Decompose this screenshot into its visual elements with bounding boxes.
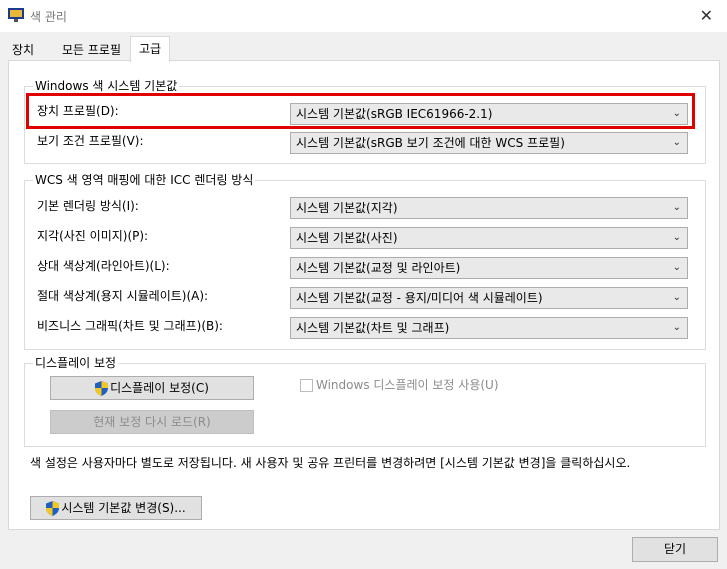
rendering-select-perceptual[interactable]: 시스템 기본값(사진) ⌄: [290, 227, 688, 249]
rendering-value: 시스템 기본값(사진): [296, 231, 398, 245]
rendering-select-relative[interactable]: 시스템 기본값(교정 및 라인아트) ⌄: [290, 257, 688, 279]
tab-strip: 장치 모든 프로필 고급: [0, 36, 727, 62]
footer-note: 색 설정은 사용자마다 별도로 저장됩니다. 새 사용자 및 공유 프린터를 변…: [30, 456, 631, 470]
rendering-label-default: 기본 렌더링 방식(I):: [37, 199, 139, 213]
close-button-label: 닫기: [663, 542, 687, 556]
rendering-select-absolute[interactable]: 시스템 기본값(교정 - 용지/미디어 색 시뮬레이트) ⌄: [290, 287, 688, 309]
tab-all-profiles[interactable]: 모든 프로필: [56, 40, 127, 60]
chevron-down-icon: ⌄: [672, 262, 681, 273]
chevron-down-icon: ⌄: [672, 322, 681, 333]
rendering-value: 시스템 기본값(교정 및 라인아트): [296, 261, 461, 275]
close-button[interactable]: 닫기: [632, 537, 718, 562]
uac-shield-icon: [46, 501, 60, 516]
rendering-value: 시스템 기본값(차트 및 그래프): [296, 321, 450, 335]
chevron-down-icon: ⌄: [672, 292, 681, 303]
group-title: 디스플레이 보정: [33, 355, 119, 371]
viewing-profile-value: 시스템 기본값(sRGB 보기 조건에 대한 WCS 프로필): [296, 136, 565, 150]
highlight-box: [26, 93, 695, 129]
rendering-label-business: 비즈니스 그래픽(차트 및 그래프)(B):: [37, 319, 223, 333]
change-system-defaults-label: 시스템 기본값 변경(S)...: [61, 501, 186, 515]
change-system-defaults-button[interactable]: 시스템 기본값 변경(S)...: [30, 496, 202, 520]
color-management-icon: [8, 8, 24, 22]
group-title: Windows 색 시스템 기본값: [33, 78, 180, 94]
rendering-select-business[interactable]: 시스템 기본값(차트 및 그래프) ⌄: [290, 317, 688, 339]
calibrate-display-label: 디스플레이 보정(C): [110, 381, 209, 395]
tab-devices[interactable]: 장치: [6, 40, 40, 60]
rendering-label-perceptual: 지각(사진 이미지)(P):: [37, 229, 149, 243]
rendering-label-absolute: 절대 색상계(용지 시뮬레이트)(A):: [37, 289, 209, 303]
window-title: 색 관리: [30, 10, 67, 24]
calibrate-display-button[interactable]: 디스플레이 보정(C): [50, 376, 254, 400]
viewing-profile-select[interactable]: 시스템 기본값(sRGB 보기 조건에 대한 WCS 프로필) ⌄: [290, 132, 688, 154]
use-display-calibration-checkbox[interactable]: [300, 379, 313, 392]
title-bar: 색 관리 ✕: [0, 0, 727, 32]
close-icon[interactable]: ✕: [700, 6, 713, 25]
rendering-label-relative: 상대 색상계(라인아트)(L):: [37, 259, 170, 273]
viewing-profile-label: 보기 조건 프로필(V):: [37, 134, 144, 148]
use-display-calibration-label: Windows 디스플레이 보정 사용(U): [316, 378, 499, 392]
reload-calibration-button[interactable]: 현재 보정 다시 로드(R): [50, 410, 254, 434]
group-title: WCS 색 영역 매핑에 대한 ICC 렌더링 방식: [33, 172, 256, 188]
chevron-down-icon: ⌄: [672, 202, 681, 213]
tab-advanced[interactable]: 고급: [130, 36, 171, 62]
rendering-value: 시스템 기본값(교정 - 용지/미디어 색 시뮬레이트): [296, 291, 543, 305]
uac-shield-icon: [95, 381, 109, 396]
rendering-select-default[interactable]: 시스템 기본값(지각) ⌄: [290, 197, 688, 219]
chevron-down-icon: ⌄: [672, 137, 681, 148]
rendering-value: 시스템 기본값(지각): [296, 201, 398, 215]
reload-calibration-label: 현재 보정 다시 로드(R): [93, 415, 211, 429]
chevron-down-icon: ⌄: [672, 232, 681, 243]
